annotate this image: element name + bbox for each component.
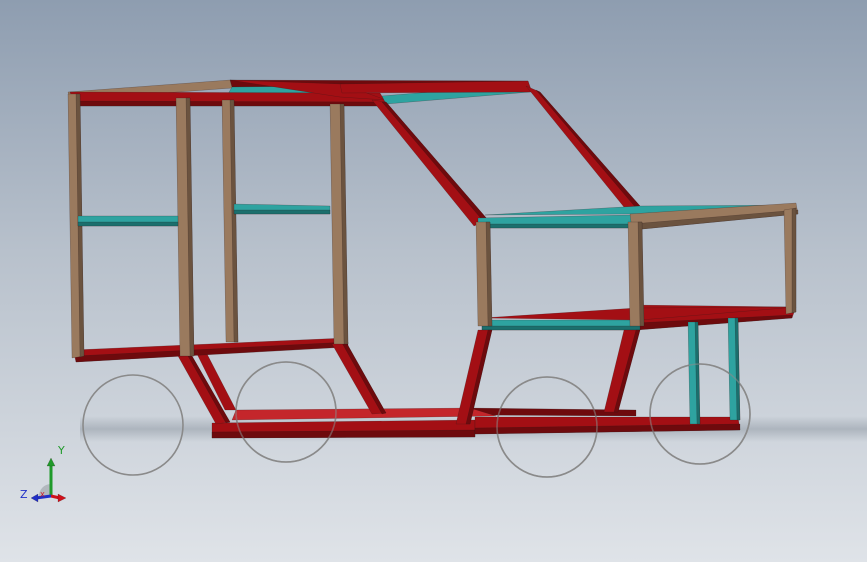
axis-z-arrow xyxy=(30,493,39,503)
axis-x-label: X xyxy=(40,491,45,499)
front-uprights xyxy=(687,317,741,425)
axis-y-label: Y xyxy=(57,444,65,457)
axis-y-arrow xyxy=(46,457,56,467)
side-cross-bars xyxy=(77,203,331,227)
axis-triad[interactable]: Y Z X xyxy=(14,440,74,510)
model-viewport[interactable]: Y Z X xyxy=(0,0,867,562)
roof-frame xyxy=(67,79,533,107)
frame-model-scene[interactable] xyxy=(0,0,867,562)
axis-z-label: Z xyxy=(20,488,28,501)
a-pillars xyxy=(371,85,641,227)
axis-x-arrow xyxy=(57,493,67,503)
